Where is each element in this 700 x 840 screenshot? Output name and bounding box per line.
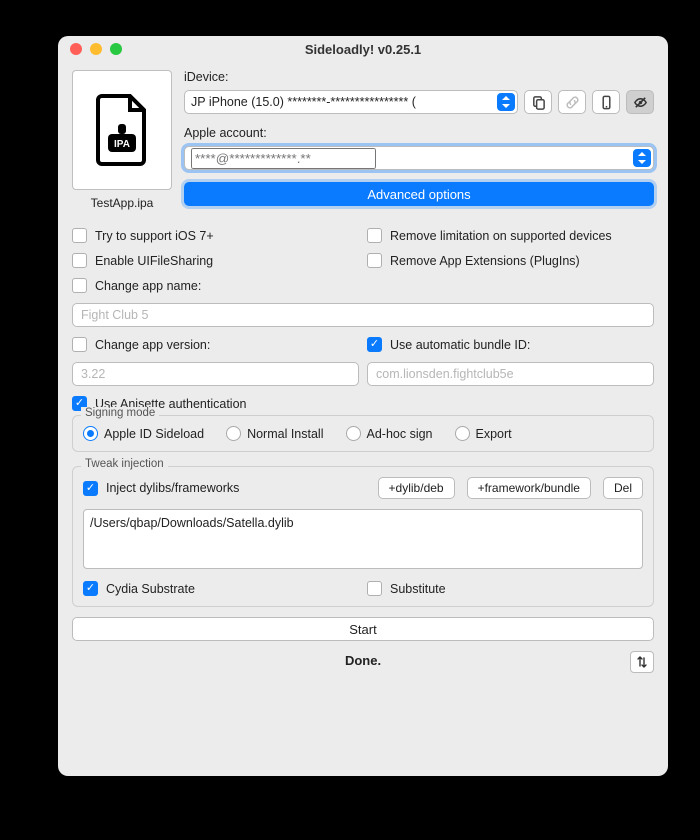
- opt-remove-limitation-label: Remove limitation on supported devices: [390, 229, 612, 243]
- radio-apple-id-sideload[interactable]: Apple ID Sideload: [83, 426, 204, 441]
- add-framework-button[interactable]: +framework/bundle: [467, 477, 591, 499]
- app-name-input[interactable]: [72, 303, 654, 327]
- opt-auto-bundle-id-label: Use automatic bundle ID:: [390, 338, 530, 352]
- opt-change-app-name-label: Change app name:: [95, 279, 201, 293]
- radio-export[interactable]: Export: [455, 426, 512, 441]
- advanced-options-button[interactable]: Advanced options: [184, 182, 654, 206]
- signing-mode-legend: Signing mode: [81, 407, 159, 419]
- status-text: Done.: [72, 653, 654, 668]
- opt-uifilesharing-label: Enable UIFileSharing: [95, 254, 213, 268]
- app-window: Sideloadly! v0.25.1 IPA TestApp.ipa iDev…: [58, 36, 668, 776]
- tweak-list[interactable]: /Users/qbap/Downloads/Satella.dylib: [83, 509, 643, 569]
- tweak-injection-legend: Tweak injection: [81, 458, 168, 470]
- opt-substitute-label: Substitute: [390, 582, 446, 596]
- radio-adhoc-sign[interactable]: Ad-hoc sign: [346, 426, 433, 441]
- radio-export-label: Export: [476, 427, 512, 441]
- radio-normal-install-label: Normal Install: [247, 427, 323, 441]
- log-toggle-button[interactable]: [630, 651, 654, 673]
- opt-cydia-substrate-label: Cydia Substrate: [106, 582, 195, 596]
- window-title: Sideloadly! v0.25.1: [58, 42, 668, 57]
- opt-uifilesharing[interactable]: Enable UIFileSharing: [72, 253, 359, 268]
- link-button[interactable]: [558, 90, 586, 114]
- opt-ios7[interactable]: Try to support iOS 7+: [72, 228, 359, 243]
- phone-icon: [599, 95, 614, 110]
- opt-inject-dylibs-label: Inject dylibs/frameworks: [106, 481, 239, 495]
- opt-ios7-label: Try to support iOS 7+: [95, 229, 214, 243]
- opt-change-app-version-label: Change app version:: [95, 338, 210, 352]
- opt-auto-bundle-id[interactable]: Use automatic bundle ID:: [367, 337, 654, 352]
- opt-remove-extensions-label: Remove App Extensions (PlugIns): [390, 254, 580, 268]
- opt-remove-extensions[interactable]: Remove App Extensions (PlugIns): [367, 253, 654, 268]
- opt-change-app-name[interactable]: Change app name:: [72, 278, 654, 293]
- start-button[interactable]: Start: [72, 617, 654, 641]
- radio-adhoc-sign-label: Ad-hoc sign: [367, 427, 433, 441]
- opt-inject-dylibs[interactable]: Inject dylibs/frameworks: [83, 481, 239, 496]
- link-icon: [565, 95, 580, 110]
- app-version-input[interactable]: [72, 362, 359, 386]
- opt-substitute[interactable]: Substitute: [367, 581, 643, 596]
- select-arrows-icon: [633, 149, 651, 167]
- copy-udid-button[interactable]: [524, 90, 552, 114]
- radio-apple-id-sideload-label: Apple ID Sideload: [104, 427, 204, 441]
- opt-cydia-substrate[interactable]: Cydia Substrate: [83, 581, 359, 596]
- titlebar: Sideloadly! v0.25.1: [58, 36, 668, 62]
- tweak-injection-group: Tweak injection Inject dylibs/frameworks…: [72, 466, 654, 607]
- eye-off-icon: [633, 95, 648, 110]
- select-arrows-icon: [497, 93, 515, 111]
- idevice-select[interactable]: JP iPhone (15.0) ********-**************…: [184, 90, 518, 114]
- signing-mode-group: Signing mode Apple ID Sideload Normal In…: [72, 415, 654, 452]
- hide-sensitive-button[interactable]: [626, 90, 654, 114]
- apple-account-input[interactable]: [191, 148, 376, 169]
- apple-account-field[interactable]: [184, 146, 654, 170]
- ipa-drop-zone[interactable]: IPA: [72, 70, 172, 190]
- add-dylib-button[interactable]: +dylib/deb: [378, 477, 455, 499]
- device-info-button[interactable]: [592, 90, 620, 114]
- ipa-file-icon: IPA: [94, 94, 150, 166]
- radio-normal-install[interactable]: Normal Install: [226, 426, 323, 441]
- idevice-value: JP iPhone (15.0) ********-**************…: [191, 95, 416, 109]
- copy-icon: [531, 95, 546, 110]
- ipa-filename: TestApp.ipa: [91, 196, 154, 210]
- idevice-label: iDevice:: [184, 70, 654, 84]
- svg-text:IPA: IPA: [114, 139, 130, 150]
- bundle-id-input[interactable]: [367, 362, 654, 386]
- apple-account-label: Apple account:: [184, 126, 654, 140]
- opt-remove-limitation[interactable]: Remove limitation on supported devices: [367, 228, 654, 243]
- opt-change-app-version[interactable]: Change app version:: [72, 337, 359, 352]
- delete-tweak-button[interactable]: Del: [603, 477, 643, 499]
- sort-arrows-icon: [636, 655, 648, 669]
- tweak-list-item[interactable]: /Users/qbap/Downloads/Satella.dylib: [90, 516, 636, 530]
